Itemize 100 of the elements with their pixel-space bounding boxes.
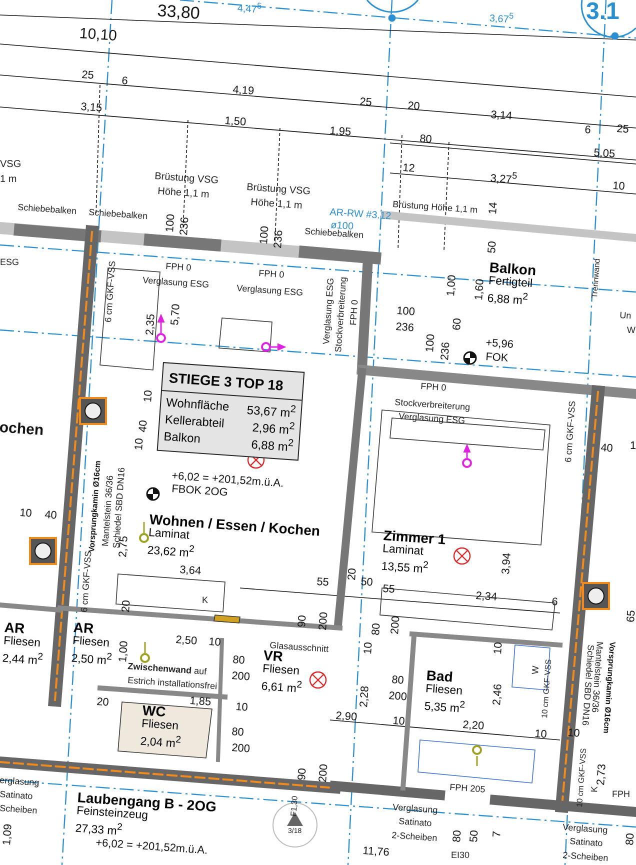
dimension-label: 2,20 (462, 720, 484, 732)
dimension-label: 1,95 (329, 126, 352, 138)
dimension-label: 100 (396, 306, 416, 318)
note-text: Un (619, 311, 632, 321)
dimension-label: 80 (625, 832, 636, 846)
dimension-label: 20 (96, 697, 110, 709)
dimension-label: 25 (359, 97, 372, 109)
dimension-label: 10 (208, 637, 222, 649)
note-text: VSG (0, 160, 22, 170)
floor-label: Fliesen (262, 664, 300, 678)
dimension-label: 6 (551, 597, 558, 608)
floor-label: Fertigteil (488, 276, 533, 290)
dimension-label: 1,50 (224, 116, 246, 128)
note-text: Höhe 1,1 m (157, 187, 210, 201)
dimension-label: 80 (231, 727, 244, 739)
note-text: 6 cm GKF-VSS (80, 550, 94, 613)
note-text: Vorsprungkamin Ø16cm (602, 641, 616, 734)
area-label: 5,35 m$^{2}$ (424, 698, 466, 716)
dimension-label: 80 (419, 134, 432, 146)
dimension-label: 1,09 (2, 824, 14, 846)
note-text: Satinato (569, 837, 603, 848)
area-value: 6,88 m$^{2}$ (250, 436, 294, 454)
note-text: Verglasung (392, 803, 438, 816)
area-label: 13,55 m$^{2}$ (380, 558, 429, 576)
dimension-label: 10 (363, 642, 375, 655)
note-text: Satinato (0, 790, 33, 802)
room-name: AR (4, 620, 26, 636)
dimension-label: 90 (297, 614, 309, 628)
ceiling-light-icon (309, 671, 327, 689)
chimney-icon (29, 537, 57, 565)
dimension-label: 50 (360, 577, 374, 589)
note-text: 6 cm GKF-VSS (564, 400, 578, 463)
dimension-label: 65 (626, 610, 636, 623)
dimension-label: 2,50 (175, 635, 198, 648)
axis-label: 3.1 (586, 0, 620, 24)
dimension-label: 2,46 (492, 684, 504, 706)
dimension-label: 5,70 (170, 304, 182, 326)
dimension-label: 236 (273, 230, 286, 249)
note-text: FPH 0 (165, 262, 192, 273)
dimension-label: 236 (395, 322, 414, 334)
heating-panel-icon (214, 614, 240, 624)
dimension-label: 5,05 (593, 148, 616, 160)
area-label: 23,62 m$^{2}$ (146, 542, 195, 560)
floor-label: Laminat (382, 544, 424, 558)
dimension-label: 80 (452, 830, 464, 843)
dimension-label: 1,00 (118, 640, 130, 663)
note-text: W (531, 666, 541, 675)
dimension-label: +5,96 (485, 338, 514, 351)
note-text: F1,30 (290, 796, 300, 817)
dimension-label: 10 (493, 642, 505, 655)
note-text: Verglasung ESG (398, 412, 466, 426)
floor-label: Laminat (148, 528, 190, 542)
axis-label: AR-RW #3.12 (329, 208, 392, 222)
dimension-label: 236 (179, 216, 192, 236)
note-text: W (627, 326, 636, 335)
note-text: Höhe 1,1 m (250, 198, 303, 212)
dimension-label: 7 (492, 830, 504, 838)
dimension-label: FBOK 2OG (171, 484, 228, 499)
dimension-label: 10 (392, 716, 406, 728)
outlet-arrow-icon (140, 642, 150, 663)
dimension-label: 100 (425, 334, 438, 353)
note-text: FPH 205 (449, 783, 486, 794)
room-name: AR (73, 620, 94, 636)
note-text: FPH 0 (420, 382, 446, 393)
note-text: Verglasung ESG (322, 278, 336, 345)
note-text: Schiebebalken (88, 208, 148, 222)
level-marker-icon (146, 487, 160, 501)
dimension-label: 6 (584, 125, 592, 136)
dimension-label: 200 (318, 764, 330, 783)
area-label: 27,33 m$^{2}$ (74, 821, 123, 838)
dimension-label: 10 (19, 508, 32, 520)
dimension-label: 25 (616, 124, 630, 136)
area-type-label: Kellerabteil (164, 412, 226, 432)
dimension-label: 1,85 (189, 696, 212, 708)
note-text: Trennwand (591, 258, 602, 299)
dimension-label: 90 (297, 768, 309, 781)
dimension-label: 3,27$^{5}$ (490, 170, 518, 186)
dimension-label: 40 (44, 510, 58, 522)
dimension-label: 100 (165, 214, 178, 233)
dimension-label: 4,19 (232, 85, 254, 98)
room-name: WC (142, 703, 166, 719)
area-value: 2,96 m$^{2}$ (250, 419, 296, 438)
area-type-label: Balkon (163, 429, 202, 448)
dimension-label: 80 (232, 655, 246, 667)
note-text: EI30 (451, 851, 470, 860)
room-name: ochen (0, 420, 44, 438)
dimension-label: 2,34 (475, 591, 498, 604)
room-name: Bad (426, 668, 454, 684)
dimension-label: 200 (318, 612, 330, 631)
note-text: Brüstung VSG (154, 172, 219, 186)
dimension-label: 10 (567, 728, 580, 740)
axis-circle-icon (366, 0, 419, 22)
dimension-label: 10,10 (78, 26, 118, 44)
note-text: 6 cm GKF-VSS (104, 260, 118, 323)
note-text: 2-Scheiben (391, 831, 438, 844)
dimension-label: FOK (485, 352, 509, 365)
area-label: 2,50 m$^{2}$ (70, 650, 112, 668)
dimension-label: 40 (138, 420, 150, 433)
area-label: 2,44 m$^{2}$ (2, 650, 44, 668)
dimension-label: 3,15 (80, 102, 102, 114)
